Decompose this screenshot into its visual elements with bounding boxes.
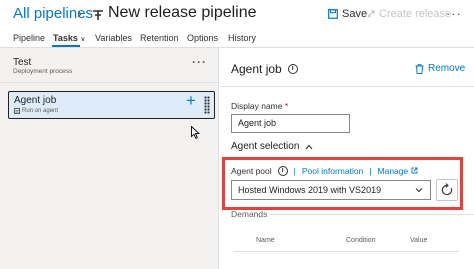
remove-button[interactable]: Remove xyxy=(415,63,465,74)
job-details-title-text: Agent job xyxy=(231,62,282,76)
tab-variables[interactable]: Variables xyxy=(95,33,132,43)
drag-handle-icon[interactable] xyxy=(204,96,210,114)
add-task-icon[interactable]: + xyxy=(186,91,196,111)
display-name-input[interactable]: Agent job xyxy=(231,114,350,133)
tab-tasks-label: Tasks xyxy=(53,33,78,43)
page-title: New release pipeline xyxy=(108,4,257,21)
required-mark: * xyxy=(284,101,289,111)
agent-job-subtitle: Run on agent xyxy=(14,108,58,114)
save-label: Save xyxy=(342,8,368,20)
demands-divider xyxy=(270,214,474,215)
stage-more-icon[interactable]: ··· xyxy=(192,55,207,69)
agent-pool-value: Hosted Windows 2019 with VS2019 xyxy=(238,185,382,195)
remove-label: Remove xyxy=(428,63,466,74)
column-header-condition: Condition xyxy=(346,237,376,244)
agent-selection-section[interactable]: Agent selection xyxy=(231,141,313,152)
column-header-name: Name xyxy=(256,237,275,244)
agent-pool-info-icon[interactable]: i xyxy=(277,166,288,176)
agent-pool-select[interactable]: Hosted Windows 2019 with VS2019 xyxy=(231,180,431,200)
agent-selection-label: Agent selection xyxy=(231,141,300,152)
tab-options[interactable]: Options xyxy=(187,33,218,43)
header-divider xyxy=(220,86,474,87)
table-header-divider xyxy=(234,251,459,252)
agent-job-subtitle-text: Run on agent xyxy=(22,108,59,114)
refresh-button[interactable] xyxy=(436,179,458,201)
tab-retention[interactable]: Retention xyxy=(140,33,179,43)
chevron-up-icon xyxy=(305,144,313,149)
info-icon[interactable]: i xyxy=(287,64,298,74)
manage-link-text: Manage xyxy=(377,166,409,176)
agent-pool-label: Agent pool xyxy=(231,166,272,176)
agent-pool-row: Agent pool i | Pool information | Manage xyxy=(231,166,418,176)
agent-job-name: Agent job xyxy=(14,95,57,106)
display-name-label-text: Display name xyxy=(231,101,283,111)
more-actions-icon[interactable]: ··· xyxy=(446,6,462,21)
column-header-value: Value xyxy=(410,237,428,244)
rocket-icon xyxy=(367,10,375,18)
agent-job-item[interactable]: Agent job Run on agent + xyxy=(8,91,215,119)
breadcrumb-separator: › xyxy=(77,5,82,22)
stage-divider xyxy=(0,82,218,83)
link-divider: | xyxy=(293,166,296,176)
demands-section[interactable]: Demands xyxy=(231,209,267,219)
external-link-icon xyxy=(411,167,418,174)
manage-link[interactable]: Manage xyxy=(378,166,418,176)
chevron-down-icon xyxy=(415,188,423,193)
stage-subtitle: Deployment process xyxy=(13,68,73,75)
agent-icon xyxy=(14,108,20,114)
stage-name[interactable]: Test xyxy=(13,57,31,68)
save-button[interactable]: Save xyxy=(328,8,367,20)
create-release-button[interactable]: Create release xyxy=(366,8,451,20)
save-icon xyxy=(328,9,338,19)
pool-information-link[interactable]: Pool information xyxy=(302,166,363,176)
link-divider-2: | xyxy=(369,166,372,176)
top-header: All pipelines › New release pipeline Sav… xyxy=(0,0,474,30)
release-pipeline-icon xyxy=(92,8,104,26)
tab-tasks[interactable]: Tasks ∨ xyxy=(53,33,86,43)
create-release-label: Create release xyxy=(379,8,452,20)
trash-icon xyxy=(415,63,424,74)
tasks-panel: Test Deployment process ··· Agent job Ru… xyxy=(0,48,219,269)
job-details-panel: Agent job i Remove Display name * Agent … xyxy=(220,48,474,269)
display-name-label: Display name * xyxy=(231,101,288,111)
tab-history[interactable]: History xyxy=(228,33,256,43)
active-tab-indicator xyxy=(52,45,80,47)
chevron-down-icon: ∨ xyxy=(80,36,86,43)
job-details-title: Agent job i xyxy=(231,62,298,76)
tab-bar: Pipeline Tasks ∨ Variables Retention Opt… xyxy=(0,30,474,48)
refresh-icon xyxy=(441,183,453,196)
mouse-cursor-icon xyxy=(191,126,200,139)
tab-pipeline[interactable]: Pipeline xyxy=(13,33,45,43)
